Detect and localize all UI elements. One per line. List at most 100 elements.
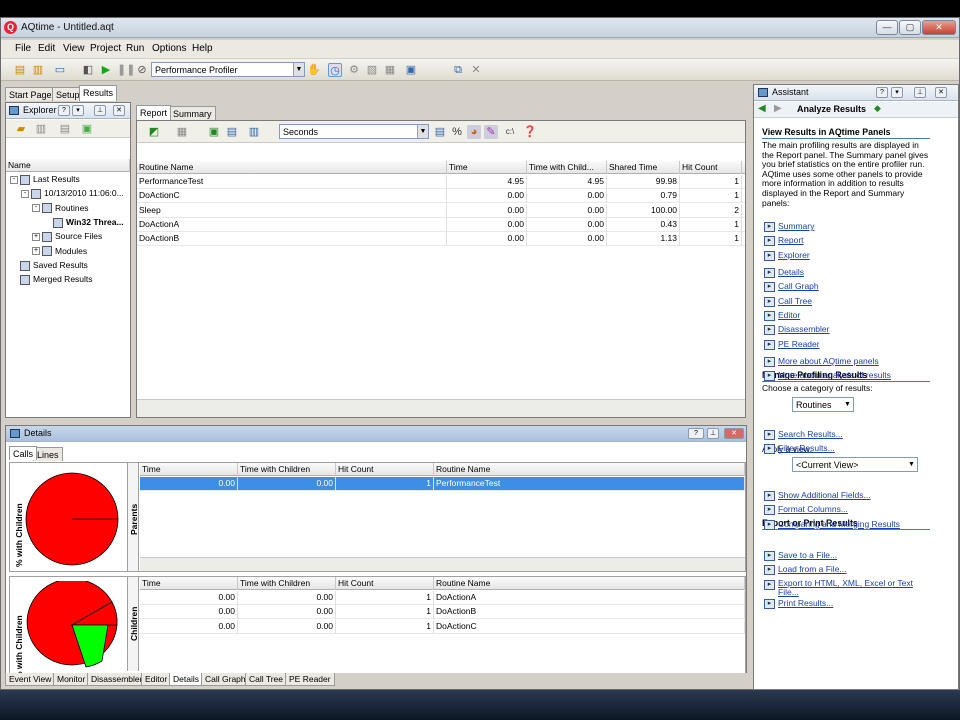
tree-item[interactable]: + Modules — [32, 245, 87, 258]
stop-icon[interactable]: ⊘ — [135, 63, 149, 77]
expand-toggle-icon[interactable]: - — [32, 204, 40, 213]
timer-icon[interactable]: ◷ — [328, 63, 342, 77]
tree-item[interactable]: - Last Results — [10, 173, 80, 186]
menu-view[interactable]: View — [63, 43, 85, 54]
tree-item[interactable]: - Routines — [32, 202, 89, 215]
run-icon[interactable]: ▶ — [99, 63, 113, 77]
assistant-link[interactable]: Export to HTML, XML, Excel or Text File.… — [778, 578, 918, 598]
col-time[interactable]: Time — [140, 577, 238, 590]
close-button[interactable]: ✕ — [922, 20, 956, 35]
highlight-icon[interactable]: ✎ — [484, 125, 498, 139]
assistant-link[interactable]: Format Columns... — [778, 504, 848, 514]
assistant-link[interactable]: Report — [778, 235, 804, 245]
assistant-link[interactable]: Search Results... — [778, 429, 843, 439]
col-time[interactable]: Time — [447, 161, 527, 174]
expand-toggle-icon[interactable]: - — [21, 190, 29, 199]
table-row[interactable]: 0.00 0.00 1 DoActionA — [140, 591, 745, 605]
bottom-tab-pe-reader[interactable]: PE Reader — [285, 673, 335, 686]
document-icon[interactable]: ▤ — [433, 125, 447, 139]
pin-icon[interactable]: ⊥ — [707, 428, 719, 439]
copy-icon[interactable]: ⧉ — [451, 63, 465, 77]
bottom-tab-call-tree[interactable]: Call Tree — [245, 673, 288, 686]
assistant-link[interactable]: Save to a File... — [778, 550, 837, 560]
assistant-link[interactable]: Call Graph — [778, 281, 819, 291]
col-time-with-children[interactable]: Time with Child... — [527, 161, 607, 174]
col-hit-count[interactable]: Hit Count — [680, 161, 742, 174]
open-project-icon[interactable]: ▥ — [31, 63, 45, 77]
col-time-with-children[interactable]: Time with Children — [238, 463, 336, 476]
table-row[interactable]: 0.00 0.00 1 DoActionC — [140, 619, 745, 634]
tab-summary[interactable]: Summary — [169, 106, 216, 120]
expand-toggle-icon[interactable]: + — [32, 247, 40, 256]
menu-run[interactable]: Run — [126, 43, 144, 54]
tree-item[interactable]: Saved Results — [10, 259, 88, 272]
copy-result-icon[interactable]: ▥ — [34, 122, 48, 136]
profiler-options-icon[interactable]: ✋ — [307, 63, 321, 77]
forward-icon[interactable]: ▶ — [774, 103, 782, 114]
pin-icon[interactable]: ⊥ — [94, 105, 106, 116]
tab-lines[interactable]: Lines — [33, 447, 63, 461]
tab-report[interactable]: Report — [136, 105, 172, 120]
minimize-button[interactable]: — — [876, 20, 898, 35]
assistant-link[interactable]: More about analysis of results — [778, 370, 891, 380]
path-icon[interactable]: c:\ — [503, 125, 517, 139]
menu-file[interactable]: File — [15, 43, 31, 54]
percent-icon[interactable]: % — [450, 125, 464, 139]
assistant-link[interactable]: Summary — [778, 221, 814, 231]
tree-item[interactable]: + Source Files — [32, 230, 102, 243]
assistant-link[interactable]: More about AQtime panels — [778, 356, 879, 366]
tree-item[interactable]: Win32 Threa... — [43, 216, 124, 229]
back-icon[interactable]: ◀ — [758, 103, 766, 114]
dropdown-icon[interactable]: ▾ — [891, 87, 903, 98]
units-select[interactable]: Seconds ▼ — [279, 124, 429, 139]
menu-project[interactable]: Project — [90, 43, 121, 54]
assistant-link[interactable]: Filter Results... — [778, 443, 835, 453]
col-routine-name[interactable]: Routine Name — [434, 577, 745, 590]
dropdown-icon[interactable]: ▾ — [72, 105, 84, 116]
assistant-link[interactable]: Disassembler — [778, 324, 830, 334]
assistant-link[interactable]: Print Results... — [778, 598, 833, 608]
folder-icon[interactable]: ▰ — [14, 122, 28, 136]
trigger-icon[interactable]: ▧ — [365, 63, 379, 77]
table-row[interactable]: 0.00 0.00 1 DoActionB — [140, 605, 745, 620]
expand-toggle-icon[interactable]: + — [32, 232, 40, 241]
assistant-link[interactable]: Comparing and Merging Results — [778, 519, 900, 529]
delete-icon[interactable]: ✕ — [469, 63, 483, 77]
windows-icon[interactable]: ▣ — [404, 63, 418, 77]
bottom-tab-disassembler[interactable]: Disassembler — [87, 673, 147, 686]
view-select[interactable]: <Current View> ▼ — [792, 457, 918, 472]
help-icon[interactable]: ❓ — [523, 125, 537, 139]
bottom-tab-call-graph[interactable]: Call Graph — [201, 673, 250, 686]
close-icon[interactable]: ✕ — [935, 87, 947, 98]
menu-help[interactable]: Help — [192, 43, 213, 54]
pause-icon[interactable]: ❚❚ — [117, 63, 135, 77]
table-row[interactable]: DoActionA 0.00 0.00 0.43 1 — [137, 217, 745, 232]
assistant-link[interactable]: Explorer — [778, 250, 810, 260]
table-row[interactable]: PerformanceTest 4.95 4.95 99.98 1 — [137, 175, 745, 189]
profiler-select[interactable]: Performance Profiler ▼ — [151, 62, 305, 77]
menu-edit[interactable]: Edit — [38, 43, 55, 54]
col-routine-name[interactable]: Routine Name — [434, 463, 745, 476]
assistant-link[interactable]: Editor — [778, 310, 800, 320]
area-icon[interactable]: ⚙ — [347, 63, 361, 77]
attach-icon[interactable]: ◧ — [81, 63, 95, 77]
table-row[interactable]: DoActionB 0.00 0.00 1.13 1 — [137, 232, 745, 247]
group-icon[interactable]: ▦ — [175, 125, 189, 139]
col-routine-name[interactable]: Routine Name — [137, 161, 447, 174]
close-icon[interactable]: ✕ — [724, 428, 744, 439]
setup-icon[interactable]: ▭ — [53, 63, 67, 77]
close-icon[interactable]: ✕ — [113, 105, 125, 116]
bottom-tab-monitor[interactable]: Monitor — [53, 673, 90, 686]
assistant-link[interactable]: Details — [778, 267, 804, 277]
tree-item[interactable]: Merged Results — [10, 273, 93, 286]
col-hit-count[interactable]: Hit Count — [336, 577, 434, 590]
table-row[interactable]: Sleep 0.00 0.00 100.00 2 — [137, 203, 745, 218]
pin-icon[interactable]: ⊥ — [914, 87, 926, 98]
tree-item[interactable]: - 10/13/2010 11:06:0... — [21, 187, 124, 200]
menu-options[interactable]: Options — [152, 43, 186, 54]
col-hit-count[interactable]: Hit Count — [336, 463, 434, 476]
col-time[interactable]: Time — [140, 463, 238, 476]
name-column[interactable]: Name — [6, 159, 130, 172]
bottom-tab-editor[interactable]: Editor — [141, 673, 172, 686]
col-shared-time[interactable]: Shared Time — [607, 161, 680, 174]
